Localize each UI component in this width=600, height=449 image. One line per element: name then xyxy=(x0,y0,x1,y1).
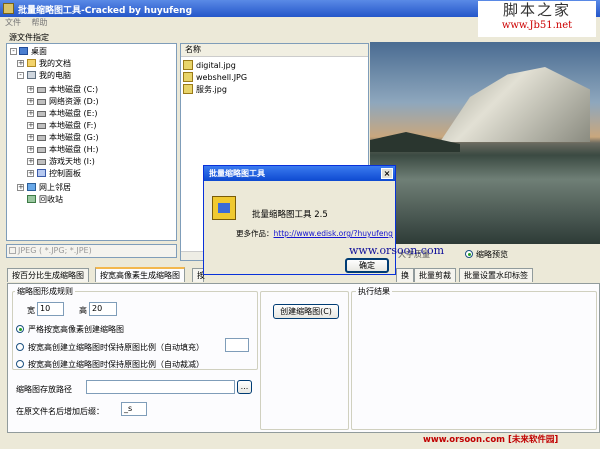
file-list-header[interactable]: 名称 xyxy=(181,44,368,57)
tree-item-drive[interactable]: 游戏天地 (I:) xyxy=(37,156,95,167)
drive-icon xyxy=(37,135,46,141)
list-item[interactable]: webshell.JPG xyxy=(183,72,247,82)
expand-icon[interactable]: + xyxy=(27,98,34,105)
list-item[interactable]: digital.jpg xyxy=(183,60,236,70)
tree-item-drive[interactable]: 网络资源 (D:) xyxy=(37,96,99,107)
rules-group-title: 缩略图形成规则 xyxy=(15,286,75,297)
product-name: 批量缩略图工具 2.5 xyxy=(252,210,328,220)
close-icon[interactable]: × xyxy=(381,168,393,179)
cliff-shape xyxy=(440,67,590,142)
tree-item-recycle[interactable]: 回收站 xyxy=(27,194,63,205)
thumb-preview-radio[interactable] xyxy=(465,250,473,258)
height-label: 高 xyxy=(79,306,87,315)
results-group xyxy=(351,291,597,430)
tree-item-drive[interactable]: 本地磁盘 (H:) xyxy=(37,144,99,155)
tree-item-drive[interactable]: 本地磁盘 (C:) xyxy=(37,84,98,95)
tree-item-network[interactable]: 网上邻居 xyxy=(27,182,71,193)
expand-icon[interactable]: + xyxy=(27,146,34,153)
tree-item-drive[interactable]: 本地磁盘 (G:) xyxy=(37,132,99,143)
filter-checkbox[interactable] xyxy=(9,247,16,254)
tree-item-drive[interactable]: 本地磁盘 (F:) xyxy=(37,120,96,131)
expand-icon[interactable]: + xyxy=(27,110,34,117)
site-watermark-name: 脚本之家 xyxy=(502,1,571,19)
network-icon xyxy=(27,183,36,191)
collapse-icon[interactable]: - xyxy=(10,48,17,55)
width-label: 宽 xyxy=(27,306,35,315)
folder-tree[interactable]: - 桌面 + 我的文档 - 我的电脑 + 本地磁盘 (C:) + 网络资源 (D… xyxy=(6,43,177,241)
recycle-bin-icon xyxy=(27,195,36,203)
computer-icon xyxy=(27,71,36,79)
menu-bar: 文件 帮助 xyxy=(0,17,482,30)
window-title: 批量缩略图工具-Cracked by huyufeng xyxy=(18,6,193,16)
suffix-input[interactable]: _s xyxy=(121,402,147,416)
file-filter-select[interactable]: JPEG ( *.JPG; *.JPE) xyxy=(6,244,177,258)
more-works: 更多作品：http://www.edisk.org/?huyufeng xyxy=(236,228,393,239)
menu-help[interactable]: 帮助 xyxy=(32,18,48,27)
desktop-icon xyxy=(19,47,28,55)
tree-item-my-pc[interactable]: 我的电脑 xyxy=(27,70,71,81)
height-input[interactable]: 20 xyxy=(89,302,117,316)
site-watermark-url: www.Jb51.net xyxy=(501,20,573,31)
suffix-label: 在原文件名后增加后缀： xyxy=(16,407,104,416)
tree-item-drive[interactable]: 本地磁盘 (E:) xyxy=(37,108,98,119)
app-icon xyxy=(3,3,14,14)
expand-icon[interactable]: + xyxy=(27,134,34,141)
fill-color-input[interactable] xyxy=(225,338,249,352)
dialog-title: 批量缩略图工具 xyxy=(209,169,265,178)
list-item[interactable]: 服务.jpg xyxy=(183,84,227,95)
orsoon-watermark: www.orsoon.com xyxy=(349,244,445,257)
control-panel-icon xyxy=(37,169,46,177)
tab-convert[interactable]: 换 xyxy=(396,268,414,282)
about-dialog: 批量缩略图工具 × 批量缩略图工具 2.5 更多作品：http://www.ed… xyxy=(203,165,396,275)
expand-icon[interactable]: + xyxy=(27,122,34,129)
drive-icon xyxy=(37,159,46,165)
create-thumbnails-button[interactable]: 创建缩略图(C) xyxy=(273,304,339,319)
drive-icon xyxy=(37,147,46,153)
output-path-label: 缩略图存放路径 xyxy=(16,385,72,394)
expand-icon[interactable]: + xyxy=(27,170,34,177)
tree-item-desktop[interactable]: 桌面 xyxy=(19,46,47,57)
tree-item-my-docs[interactable]: 我的文档 xyxy=(27,58,71,69)
product-icon xyxy=(212,196,236,220)
image-file-icon xyxy=(183,72,193,82)
tab-percent[interactable]: 按百分比生成缩略图 xyxy=(7,268,89,282)
browse-button[interactable]: ... xyxy=(237,380,252,394)
option-crop-label: 按宽高创建立缩略图时保持原图比例（自动裁减） xyxy=(28,360,204,369)
drive-icon xyxy=(37,87,46,93)
expand-icon[interactable]: + xyxy=(27,86,34,93)
expand-icon[interactable]: + xyxy=(27,158,34,165)
option-strict-radio[interactable] xyxy=(16,325,24,333)
more-works-label: 更多作品： xyxy=(236,229,274,238)
expand-icon[interactable]: + xyxy=(17,60,24,67)
expand-icon[interactable]: + xyxy=(17,184,24,191)
option-fill-radio[interactable] xyxy=(16,343,24,351)
tab-watermark[interactable]: 批量设置水印标签 xyxy=(459,268,533,282)
output-path-input[interactable] xyxy=(86,380,235,394)
drive-icon xyxy=(37,111,46,117)
source-label: 源文件指定 xyxy=(9,33,49,42)
image-file-icon xyxy=(183,84,193,94)
drive-icon xyxy=(37,99,46,105)
menu-file[interactable]: 文件 xyxy=(5,18,21,27)
image-preview xyxy=(370,42,600,244)
site-watermark: 脚本之家 www.Jb51.net xyxy=(478,1,596,37)
tree-item-control-panel[interactable]: 控制面板 xyxy=(37,168,81,179)
option-crop-radio[interactable] xyxy=(16,360,24,368)
thumb-preview-label: 缩略预览 xyxy=(476,250,508,259)
tab-crop[interactable]: 批量剪裁 xyxy=(414,268,456,282)
dialog-titlebar: 批量缩略图工具 × xyxy=(204,166,395,181)
ok-button[interactable]: 确定 xyxy=(345,258,389,273)
folder-icon xyxy=(27,59,36,67)
option-strict-label: 严格按宽高像素创建缩略图 xyxy=(28,325,124,334)
width-input[interactable]: 10 xyxy=(37,302,64,316)
collapse-icon[interactable]: - xyxy=(17,72,24,79)
footer-watermark: www.orsoon.com [未来软件园] xyxy=(423,435,559,445)
tab-pixel[interactable]: 按宽高像素生成缩略图 xyxy=(95,267,185,282)
option-fill-label: 按宽高创建立缩略图时保持原图比例（自动填充） xyxy=(28,343,204,352)
drive-icon xyxy=(37,123,46,129)
results-group-title: 执行结果 xyxy=(356,286,392,297)
image-file-icon xyxy=(183,60,193,70)
more-works-link[interactable]: http://www.edisk.org/?huyufeng xyxy=(274,229,393,238)
